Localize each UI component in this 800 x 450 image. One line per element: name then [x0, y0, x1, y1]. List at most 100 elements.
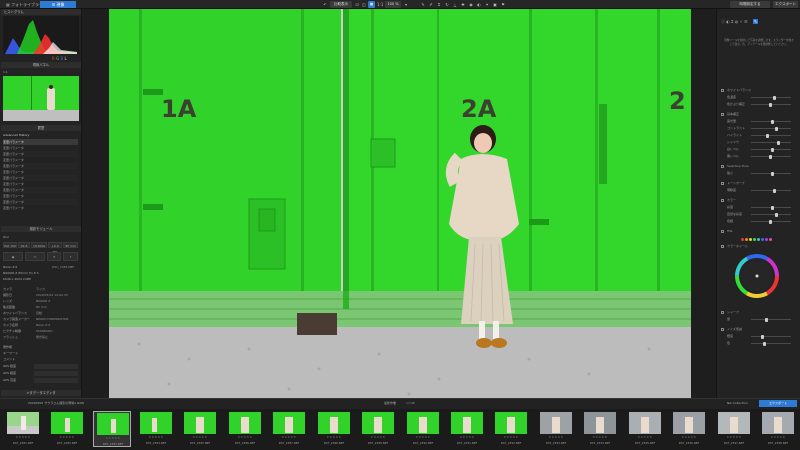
- ev-button[interactable]: +0.0 EV: [48, 242, 62, 254]
- section-header[interactable]: HSL: [719, 228, 798, 234]
- develop-tab[interactable]: ☰ 現像: [40, 1, 76, 8]
- time-settings-button[interactable]: 時間設定する: [730, 1, 770, 8]
- metering-icon[interactable]: ◉: [3, 252, 23, 261]
- adjust-icon[interactable]: ◐: [726, 19, 730, 24]
- color-dot-red[interactable]: [741, 238, 744, 241]
- thumbnail[interactable]: ★★★★★ DST_2386.NEF: [226, 411, 264, 447]
- red-eye-icon[interactable]: ◉: [468, 1, 474, 8]
- slider-row[interactable]: シャドウ: [719, 139, 798, 145]
- slider-track[interactable]: [751, 205, 791, 210]
- thumbnail[interactable]: ★★★★★ DST_2390.NEF: [404, 411, 442, 447]
- navigator-zoom[interactable]: 1:1: [3, 70, 8, 74]
- nik-collection-button[interactable]: Nik Collection: [727, 401, 748, 405]
- undo-icon[interactable]: ↶: [322, 1, 328, 8]
- slider-knob[interactable]: [769, 154, 772, 159]
- slider-knob[interactable]: [761, 334, 764, 339]
- checkbox-icon[interactable]: [721, 112, 724, 116]
- color-dot-blue[interactable]: [761, 238, 764, 241]
- info-icon[interactable]: ⓘ: [721, 19, 725, 24]
- color-icon[interactable]: ◍: [735, 19, 739, 24]
- gps-latitude-field[interactable]: [34, 364, 78, 369]
- slider-row[interactable]: 強さ: [719, 170, 798, 176]
- gradient-icon[interactable]: ◐: [476, 1, 482, 8]
- color-dot-magenta[interactable]: [769, 238, 772, 241]
- thumbnail[interactable]: ★★★★★ DST_2381.NEF: [4, 411, 42, 447]
- section-header[interactable]: カラーホイール: [719, 243, 798, 249]
- slider-track[interactable]: [751, 126, 791, 131]
- slider-track[interactable]: [751, 188, 791, 193]
- section-header[interactable]: トーンカーブ: [719, 180, 798, 186]
- slider-track[interactable]: [751, 147, 791, 152]
- thumbnail[interactable]: ★★★★★ DST_2392.NEF: [492, 411, 530, 447]
- repair-icon[interactable]: ✚: [460, 1, 466, 8]
- slider-row[interactable]: 輝度: [719, 333, 798, 339]
- checkbox-icon[interactable]: [721, 244, 724, 248]
- color-dot-cyan[interactable]: [757, 238, 760, 241]
- single-view-icon[interactable]: ■: [368, 1, 375, 8]
- thumbnail[interactable]: ★★★★★ DST_2398.NEF: [759, 411, 797, 447]
- aperture-button[interactable]: f/2.8: [18, 242, 30, 248]
- flash-icon[interactable]: ⚡: [63, 252, 78, 261]
- navigator-header[interactable]: 現像パネル: [1, 62, 81, 68]
- crop-icon[interactable]: ⌗: [731, 19, 733, 24]
- thumbnail[interactable]: ★★★★★ DST_2394.NEF: [581, 411, 619, 447]
- slider-row[interactable]: 彩度: [719, 204, 798, 210]
- history-item[interactable]: 変更パラメータ: [3, 205, 78, 211]
- slider-knob[interactable]: [771, 147, 774, 152]
- slider-row[interactable]: 黒レベル: [719, 153, 798, 159]
- slider-track[interactable]: [751, 219, 791, 224]
- slider-track[interactable]: [751, 334, 791, 339]
- slider-knob[interactable]: [773, 95, 776, 100]
- color-dot-orange[interactable]: [745, 238, 748, 241]
- wb-icon[interactable]: ☀: [47, 252, 61, 261]
- slider-row[interactable]: 露光量: [719, 118, 798, 124]
- slider-knob[interactable]: [766, 133, 769, 138]
- slider-knob[interactable]: [771, 205, 774, 210]
- slider-knob[interactable]: [763, 341, 766, 346]
- compare-button[interactable]: 比較表示: [330, 1, 352, 8]
- checkbox-icon[interactable]: [721, 229, 724, 233]
- thumbnail[interactable]: ★★★★★ DST_2388.NEF: [315, 411, 353, 447]
- mask-icon[interactable]: ▣: [492, 1, 498, 8]
- rotate-icon[interactable]: ↻: [444, 1, 450, 8]
- slider-track[interactable]: [751, 133, 791, 138]
- slider-track[interactable]: [751, 317, 791, 322]
- section-header[interactable]: ホワイトバランス: [719, 87, 798, 93]
- checkbox-icon[interactable]: [721, 164, 724, 168]
- crop-icon[interactable]: ⌗: [436, 1, 442, 8]
- ratio-icon[interactable]: 1:1: [377, 1, 383, 8]
- thumbnail[interactable]: ★★★★★ DST_2395.NEF: [626, 411, 664, 447]
- slider-knob[interactable]: [775, 212, 778, 217]
- slider-row[interactable]: 自然な彩度: [719, 211, 798, 217]
- eyedropper-icon[interactable]: ✐: [428, 1, 434, 8]
- checkbox-icon[interactable]: [721, 310, 724, 314]
- fit-icon[interactable]: ⊡: [354, 1, 360, 8]
- slider-knob[interactable]: [771, 171, 774, 176]
- slider-knob[interactable]: [777, 140, 780, 145]
- thumbnail[interactable]: ★★★★★ DST_2387.NEF: [270, 411, 308, 447]
- checkbox-icon[interactable]: [721, 88, 724, 92]
- checkbox-icon[interactable]: [721, 327, 724, 331]
- slider-row[interactable]: 色温度: [719, 94, 798, 100]
- slider-knob[interactable]: [771, 119, 774, 124]
- thumbnail[interactable]: ★★★★★ DST_2382.NEF: [48, 411, 86, 447]
- slider-knob[interactable]: [775, 126, 778, 131]
- history-header[interactable]: 履歴: [1, 125, 81, 131]
- slider-track[interactable]: [751, 102, 791, 107]
- iso-button[interactable]: ISO 100: [3, 242, 17, 248]
- zoom-select[interactable]: 100 %: [385, 1, 401, 8]
- thumbnail[interactable]: ★★★★★ DST_2396.NEF: [670, 411, 708, 447]
- color-wheel[interactable]: [733, 252, 781, 300]
- section-header[interactable]: シャープ: [719, 309, 798, 315]
- thumbnail[interactable]: ★★★★★ DST_2384.NEF: [137, 411, 175, 447]
- color-dot-yellow[interactable]: [749, 238, 752, 241]
- info-header[interactable]: Zoil: [3, 235, 9, 239]
- snapshot-header[interactable]: 撮影モジュール: [1, 226, 81, 232]
- section-header[interactable]: カラー: [719, 197, 798, 203]
- slider-row[interactable]: ハイライト: [719, 132, 798, 138]
- slider-row[interactable]: 色相: [719, 218, 798, 224]
- main-image-viewer[interactable]: 1A 2A 2: [109, 9, 691, 398]
- export-button[interactable]: エクスポート: [759, 400, 797, 407]
- navigator-preview[interactable]: [3, 76, 79, 121]
- slider-knob[interactable]: [773, 188, 776, 193]
